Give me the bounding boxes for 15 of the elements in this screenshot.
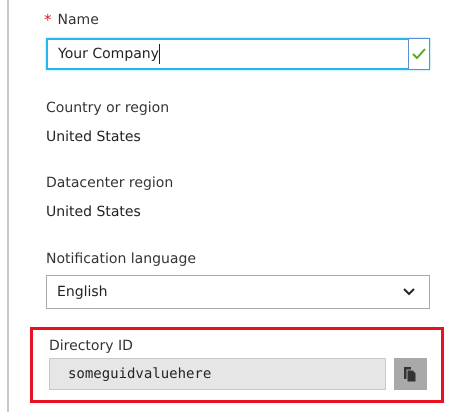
field-value: United States [46, 204, 142, 220]
field-value: United States [46, 129, 142, 145]
field-label: Notification language [46, 251, 197, 267]
checkmark-icon [412, 48, 426, 60]
copy-icon [403, 365, 418, 383]
directory-id-field[interactable]: someguidvaluehere [49, 358, 386, 390]
name-input-field[interactable]: Your Company [46, 38, 430, 70]
field-label: Datacenter region [46, 175, 174, 191]
field-label: Country or region [46, 100, 170, 116]
copy-button[interactable] [394, 358, 427, 390]
field-label: Directory ID [49, 338, 134, 354]
chevron-down-icon [403, 288, 415, 296]
field-label: Name [58, 12, 99, 28]
required-mark: * [44, 11, 52, 29]
language-dropdown[interactable]: English [46, 275, 430, 309]
